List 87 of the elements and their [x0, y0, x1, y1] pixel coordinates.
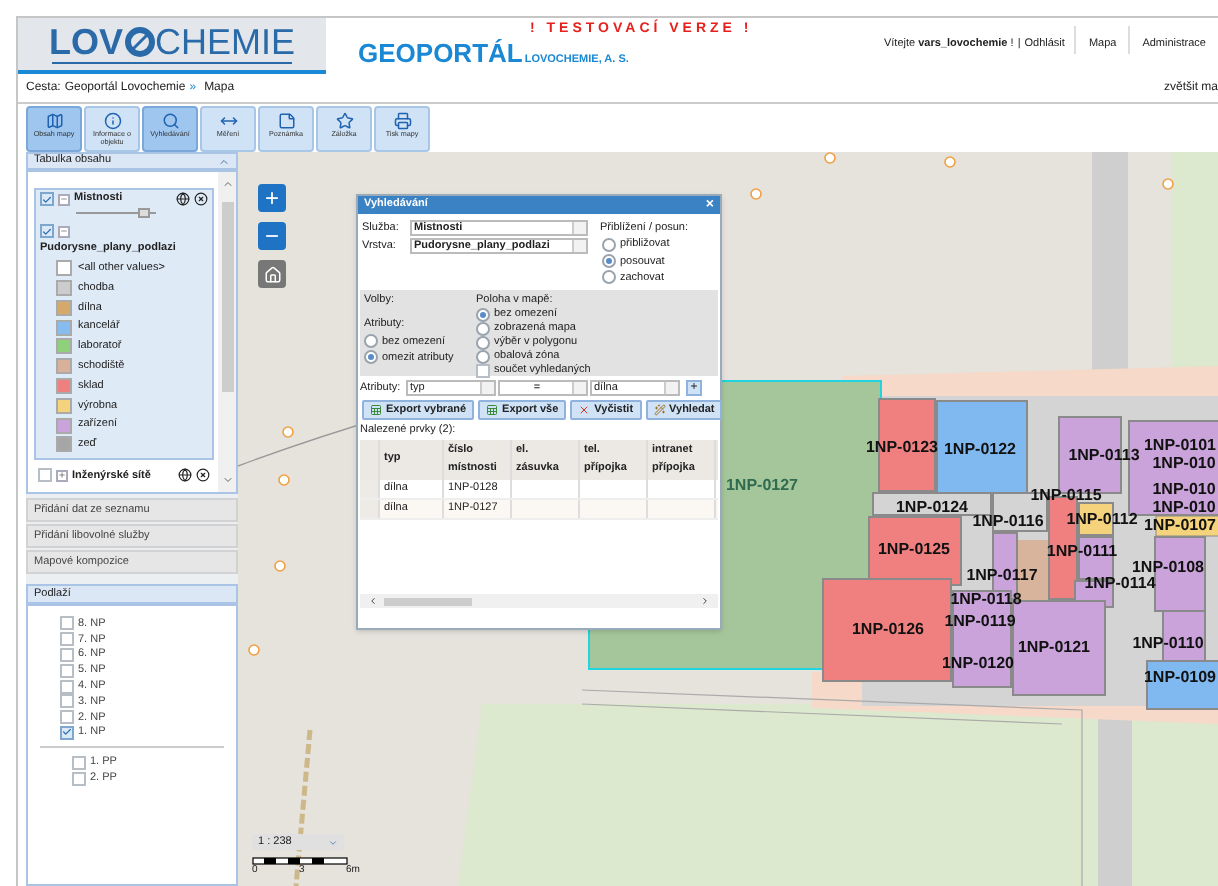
room-label: 1NP-0114	[1084, 576, 1156, 592]
room-label: 1NP-0125	[877, 542, 951, 558]
room-label: 1NP-010	[1152, 500, 1216, 516]
room-label: 1NP-0109	[1143, 670, 1217, 686]
room-label: 1NP-0116	[972, 514, 1044, 530]
room-label: 1NP-0115	[1030, 488, 1102, 504]
home-button[interactable]	[258, 260, 286, 288]
collapse-icon[interactable]	[58, 225, 70, 237]
checkbox[interactable]	[72, 755, 86, 770]
checkbox[interactable]	[60, 725, 74, 740]
room-label: 1NP-0117	[966, 568, 1038, 584]
room[interactable]	[1146, 660, 1218, 710]
checkbox[interactable]	[60, 694, 74, 709]
room-label: 1NP-0120	[941, 656, 1015, 672]
caret-icon	[328, 837, 338, 847]
globe-icon[interactable]	[176, 192, 190, 206]
zoom-in-button[interactable]: +	[258, 184, 286, 212]
logo-ring-icon	[123, 26, 155, 58]
room-label: 1NP-0118	[950, 592, 1022, 608]
close-icon[interactable]	[196, 468, 210, 483]
logo-text: LOV	[48, 24, 123, 60]
scroll-right-icon[interactable]	[700, 596, 710, 606]
logo-text: CHEMIE	[155, 24, 296, 60]
checkbox[interactable]	[40, 224, 54, 238]
radio-button[interactable]	[476, 336, 490, 351]
room-label: 1NP-0110	[1132, 636, 1204, 652]
collapse-icon[interactable]	[218, 155, 230, 167]
checkbox[interactable]	[60, 647, 74, 662]
zoom-out-button[interactable]: −	[258, 222, 286, 250]
radio-button[interactable]	[602, 270, 616, 285]
note-icon	[277, 112, 295, 130]
room-label: 1NP-0123	[865, 440, 939, 456]
checkbox[interactable]	[60, 663, 74, 678]
checkbox[interactable]	[38, 468, 52, 483]
checkbox[interactable]	[72, 771, 86, 786]
scroll-left-icon[interactable]	[368, 596, 378, 606]
room-label: 1NP-0107	[1143, 518, 1217, 534]
room-label: 1NP-0113	[1068, 448, 1140, 464]
opacity-slider[interactable]	[76, 208, 156, 218]
room[interactable]	[872, 492, 992, 516]
room-label: 1NP-010	[1152, 482, 1216, 498]
room-label: 1NP-0119	[944, 614, 1016, 630]
room-label: 1NP-0127	[725, 478, 799, 494]
wand-icon	[653, 404, 666, 417]
cross-icon	[578, 404, 591, 417]
checkbox[interactable]	[60, 632, 74, 647]
room-label: 1NP-0101	[1143, 438, 1217, 454]
scale-bar	[252, 856, 348, 866]
home-icon	[263, 265, 281, 283]
info-icon	[103, 112, 121, 130]
spreadsheet-icon	[486, 404, 499, 417]
scrollbar[interactable]	[218, 172, 236, 492]
radio-button[interactable]	[602, 254, 616, 269]
room[interactable]	[868, 516, 962, 586]
room-label: 1NP-0112	[1066, 512, 1138, 528]
ruler-icon	[219, 112, 237, 130]
close-icon[interactable]	[194, 192, 208, 206]
radio-button[interactable]	[602, 237, 616, 252]
checkbox[interactable]	[60, 616, 74, 631]
portal-title: GEOPORTÁL	[358, 40, 523, 66]
star-icon	[335, 112, 353, 130]
checkbox[interactable]	[476, 364, 490, 379]
globe-icon[interactable]	[178, 468, 192, 483]
expand-icon[interactable]	[56, 469, 68, 482]
scroll-up-icon[interactable]	[221, 178, 233, 190]
radio-button[interactable]	[476, 308, 490, 323]
radio-button[interactable]	[476, 350, 490, 365]
radio-button[interactable]	[364, 334, 378, 349]
collapse-icon[interactable]	[58, 193, 70, 205]
room-label: 1NP-0121	[1017, 640, 1091, 656]
scroll-down-icon[interactable]	[221, 474, 233, 486]
room-label: 1NP-010	[1152, 456, 1216, 472]
printer-icon	[393, 112, 411, 130]
search-icon	[161, 112, 179, 130]
checkbox[interactable]	[60, 679, 74, 694]
room-label: 1NP-0108	[1131, 560, 1205, 576]
radio-button[interactable]	[476, 322, 490, 337]
map-icon	[45, 112, 63, 130]
checkbox[interactable]	[40, 192, 54, 206]
spreadsheet-icon	[370, 404, 382, 417]
room-label: 1NP-0126	[851, 622, 925, 638]
room-label: 1NP-0111	[1046, 544, 1118, 560]
checkbox[interactable]	[60, 710, 74, 725]
radio-button[interactable]	[364, 350, 378, 365]
room-label: 1NP-0122	[943, 442, 1017, 458]
horizontal-scrollbar[interactable]	[360, 594, 718, 608]
room-label: 1NP-0124	[895, 500, 969, 516]
